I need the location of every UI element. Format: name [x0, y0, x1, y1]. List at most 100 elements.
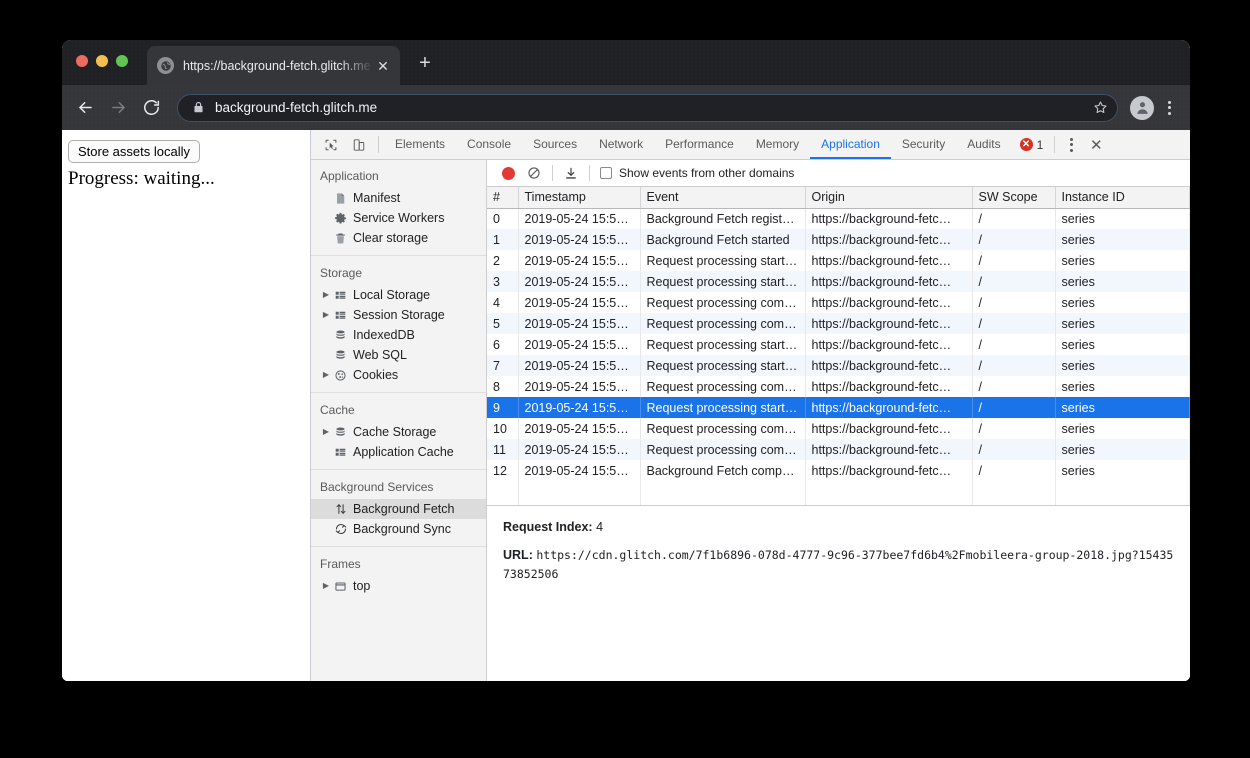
chevron-right-icon[interactable]: ▶: [320, 371, 332, 379]
devtools-tab-sources[interactable]: Sources: [522, 130, 588, 159]
devtools-tab-label: Security: [901, 136, 946, 151]
events-table-row[interactable]: 2 2019-05-24 15:5… Request processing star…: [487, 250, 1190, 271]
sidebar-item-label: top: [353, 579, 371, 593]
events-cell-origin: https://background-fetc…: [805, 439, 973, 460]
show-events-checkbox[interactable]: [600, 167, 612, 179]
sidebar-item-service-workers[interactable]: ▶Service Workers: [311, 208, 486, 228]
chevron-right-icon[interactable]: ▶: [320, 311, 332, 319]
events-table-row[interactable]: 11 2019-05-24 15:5… Request processing com…: [487, 439, 1190, 460]
events-table-row[interactable]: 0 2019-05-24 15:5… Background Fetch regist…: [487, 208, 1190, 229]
record-circle-icon[interactable]: [495, 162, 521, 184]
reload-icon[interactable]: [136, 93, 166, 123]
sidebar-item-background-fetch[interactable]: ▶Background Fetch: [311, 499, 486, 519]
devtools-tab-memory[interactable]: Memory: [745, 130, 810, 159]
inspect-element-icon[interactable]: [317, 130, 345, 159]
show-events-label: Show events from other domains: [619, 166, 795, 180]
store-assets-locally-button[interactable]: Store assets locally: [68, 140, 200, 163]
sidebar-item-label: Application Cache: [353, 445, 454, 459]
sidebar-item-local-storage[interactable]: ▶ Local Storage: [311, 285, 486, 305]
events-table-row[interactable]: 3 2019-05-24 15:5… Request processing star…: [487, 271, 1190, 292]
events-table-row[interactable]: 4 2019-05-24 15:5… Request processing com……: [487, 292, 1190, 313]
events-cell-timestamp: 2019-05-24 15:5…: [518, 439, 641, 460]
devtools-tab-label: Memory: [755, 136, 800, 151]
devtools-tab-console[interactable]: Console: [456, 130, 522, 159]
events-table-row[interactable]: 1 2019-05-24 15:5… Background Fetch starte…: [487, 229, 1190, 250]
sidebar-item-manifest[interactable]: ▶Manifest: [311, 188, 486, 208]
events-cell-event: Request processing start…: [640, 334, 806, 355]
events-column-header[interactable]: SW Scope: [972, 187, 1056, 209]
devtools-tab-elements[interactable]: Elements: [384, 130, 456, 159]
clear-prohibited-icon[interactable]: [521, 162, 547, 184]
events-column-header[interactable]: Timestamp: [518, 187, 641, 209]
devtools-tab-application[interactable]: Application: [810, 130, 891, 159]
show-events-from-other-domains-toggle[interactable]: Show events from other domains: [600, 166, 794, 180]
events-column-header-label: Instance ID: [1061, 190, 1125, 205]
sidebar-item-clear-storage[interactable]: ▶Clear storage: [311, 228, 486, 248]
devtools-more-options-button[interactable]: [1060, 130, 1082, 159]
sidebar-item-indexeddb[interactable]: ▶IndexedDB: [311, 325, 486, 345]
events-table-row[interactable]: 7 2019-05-24 15:5… Request processing star…: [487, 355, 1190, 376]
events-cell-scope: /: [972, 418, 1056, 439]
forward-arrow-icon[interactable]: [103, 93, 133, 123]
devtools-tab-audits[interactable]: Audits: [956, 130, 1011, 159]
toolbar-divider: [378, 136, 379, 153]
events-table-row[interactable]: 9 2019-05-24 15:5… Request processing star…: [487, 397, 1190, 418]
events-column-header[interactable]: Origin: [805, 187, 973, 209]
sync-refresh-icon: [332, 522, 349, 536]
maximize-window-button[interactable]: [116, 55, 128, 67]
star-icon[interactable]: [1089, 97, 1111, 119]
events-cell-scope: /: [972, 250, 1056, 271]
sidebar-item-cache-storage[interactable]: ▶ Cache Storage: [311, 422, 486, 442]
progress-status-text: Progress: waiting...: [68, 168, 215, 189]
sidebar-item-background-sync[interactable]: ▶Background Sync: [311, 519, 486, 539]
back-arrow-icon[interactable]: [70, 93, 100, 123]
chevron-right-icon[interactable]: ▶: [320, 428, 332, 436]
devtools-tab-network[interactable]: Network: [588, 130, 654, 159]
minimize-window-button[interactable]: [96, 55, 108, 67]
close-window-button[interactable]: [76, 55, 88, 67]
chevron-right-icon[interactable]: ▶: [320, 582, 332, 590]
sidebar-item-session-storage[interactable]: ▶ Session Storage: [311, 305, 486, 325]
sidebar-item-top[interactable]: ▶ top: [311, 576, 486, 596]
events-cell-origin: https://background-fetc…: [805, 460, 973, 481]
events-table-row[interactable]: 6 2019-05-24 15:5… Request processing star…: [487, 334, 1190, 355]
events-table-row[interactable]: 10 2019-05-24 15:5… Request processing com…: [487, 418, 1190, 439]
events-cell-origin: https://background-fetc…: [805, 355, 973, 376]
events-cell-instance: series: [1055, 355, 1190, 376]
chevron-right-icon[interactable]: ▶: [320, 291, 332, 299]
browser-menu-button[interactable]: [1158, 96, 1180, 120]
events-table-filler-row: [487, 481, 1190, 505]
close-devtools-button[interactable]: ✕: [1082, 130, 1110, 159]
events-cell-event: Request processing com…: [640, 313, 806, 334]
download-export-icon[interactable]: [558, 162, 584, 184]
events-column-header[interactable]: Instance ID: [1055, 187, 1190, 209]
close-tab-button[interactable]: ✕: [374, 57, 392, 75]
events-cell-timestamp: 2019-05-24 15:5…: [518, 460, 641, 481]
sidebar-item-label: IndexedDB: [353, 328, 415, 342]
database-icon: [332, 349, 349, 362]
sidebar-item-web-sql[interactable]: ▶Web SQL: [311, 345, 486, 365]
events-table-row[interactable]: 5 2019-05-24 15:5… Request processing com……: [487, 313, 1190, 334]
avatar[interactable]: [1130, 95, 1154, 120]
events-table-row[interactable]: 12 2019-05-24 15:5… Background Fetch comp……: [487, 460, 1190, 481]
events-cell-scope: /: [972, 397, 1056, 418]
error-count-badge[interactable]: ✕ 1: [1012, 130, 1050, 159]
events-column-header[interactable]: #: [487, 187, 519, 209]
devtools-tab-performance[interactable]: Performance: [654, 130, 745, 159]
device-toolbar-icon[interactable]: [345, 130, 373, 159]
toolbar-divider-2: [1054, 136, 1056, 153]
events-cell-instance: series: [1055, 460, 1190, 481]
table-grid-icon: [332, 309, 349, 322]
sidebar-item-cookies[interactable]: ▶ Cookies: [311, 365, 486, 385]
background-fetch-main-panel: Show events from other domains # Timestam…: [487, 160, 1190, 681]
events-cell-scope: /: [972, 292, 1056, 313]
devtools-tab-security[interactable]: Security: [891, 130, 956, 159]
address-bar-url: background-fetch.glitch.me: [215, 100, 378, 115]
events-cell-scope: /: [972, 229, 1056, 250]
browser-tab[interactable]: https://background-fetch.glitch.me ✕: [147, 46, 400, 85]
events-table-row[interactable]: 8 2019-05-24 15:5… Request processing com……: [487, 376, 1190, 397]
events-column-header[interactable]: Event: [640, 187, 806, 209]
address-bar[interactable]: background-fetch.glitch.me: [177, 93, 1118, 122]
sidebar-item-application-cache[interactable]: ▶Application Cache: [311, 442, 486, 462]
new-tab-button[interactable]: +: [414, 53, 436, 75]
